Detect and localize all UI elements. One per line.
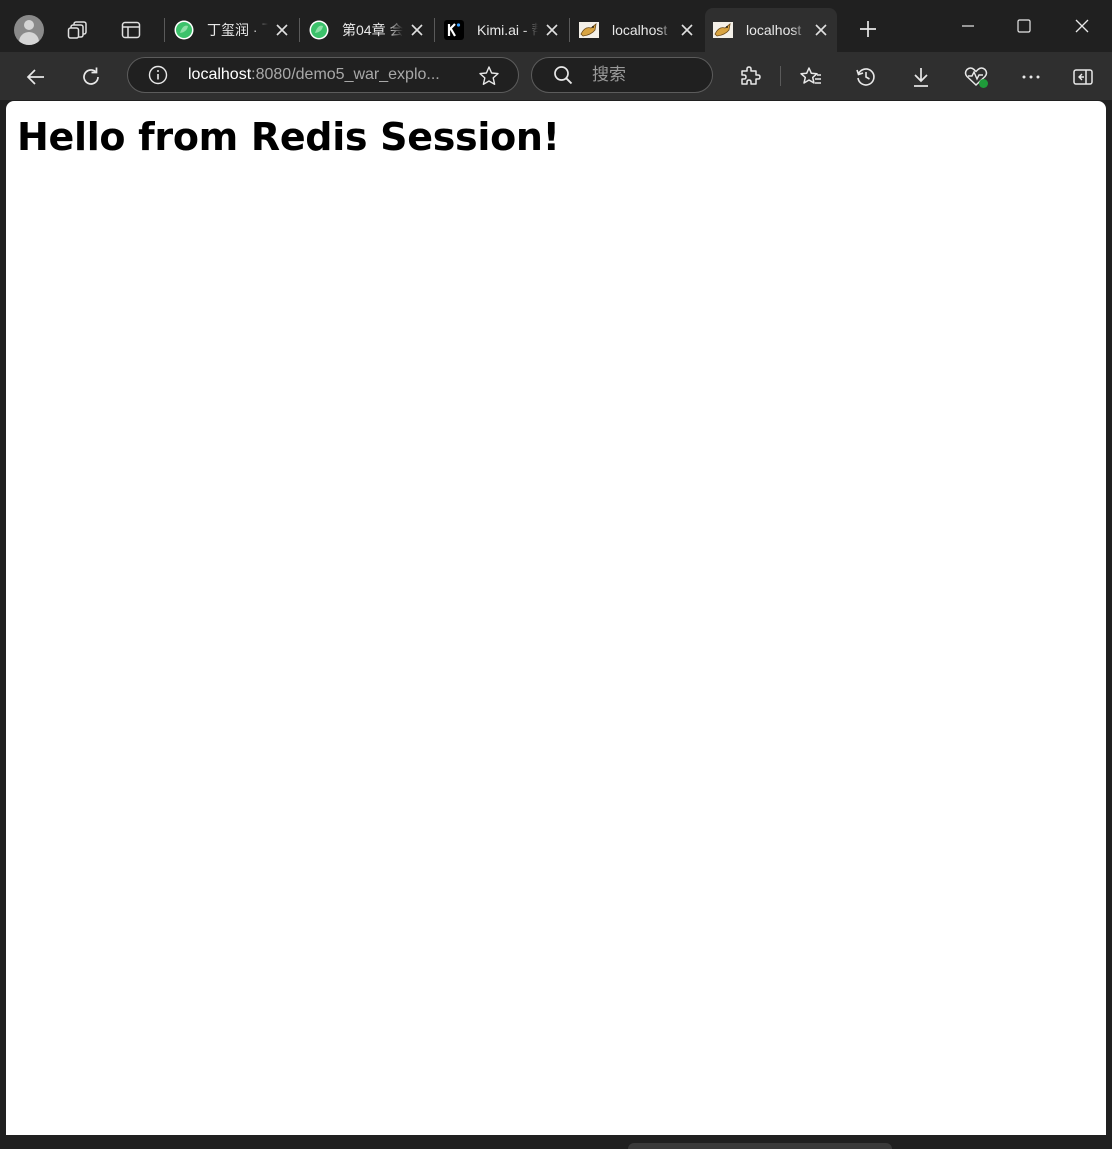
tab-title: Kimi.ai - 帮你看更大的世界 [477, 22, 538, 38]
tab-5-active[interactable]: localhost [705, 8, 837, 52]
tab-title: 丁玺润 · 飞书 [207, 22, 268, 38]
more-options-icon[interactable] [1016, 62, 1046, 92]
tab-divider [434, 18, 435, 42]
tab-actions-icon[interactable] [117, 16, 145, 44]
search-icon [552, 64, 574, 86]
back-arrow-icon[interactable] [21, 62, 51, 92]
navigation-toolbar: localhost:8080/demo5_war_explo... [0, 52, 1112, 100]
green-leaf-icon [174, 20, 194, 40]
history-icon[interactable] [851, 62, 881, 92]
search-input[interactable] [590, 64, 704, 86]
favorite-star-icon[interactable] [478, 65, 500, 87]
tab-1[interactable]: 丁玺润 · 飞书 [166, 8, 298, 52]
kimi-icon [444, 20, 464, 40]
tab-4[interactable]: localhost [571, 8, 703, 52]
site-info-icon[interactable] [148, 65, 168, 85]
tomcat-icon [579, 20, 599, 40]
taskbar-peek [628, 1143, 892, 1149]
close-tab-icon[interactable] [813, 22, 829, 38]
tomcat-icon [713, 20, 733, 40]
page-heading: Hello from Redis Session! [17, 115, 560, 159]
tab-divider [569, 18, 570, 42]
close-tab-icon[interactable] [409, 22, 425, 38]
tab-title: 第04章 会话管理 [342, 22, 403, 38]
favorites-icon[interactable] [796, 62, 826, 92]
downloads-icon[interactable] [906, 62, 936, 92]
extensions-icon[interactable] [735, 62, 765, 92]
profile-avatar-icon[interactable] [14, 15, 44, 45]
sidebar-toggle-icon[interactable] [1068, 62, 1098, 92]
tab-title: localhost [746, 22, 802, 38]
workspaces-icon[interactable] [64, 16, 92, 44]
tab-divider [164, 18, 165, 42]
refresh-icon[interactable] [76, 62, 106, 92]
close-window-icon[interactable] [1066, 10, 1098, 42]
search-box[interactable] [531, 57, 713, 93]
browser-essentials-icon[interactable] [961, 62, 991, 92]
page-viewport: Hello from Redis Session! [6, 101, 1106, 1135]
browser-window: 丁玺润 · 飞书 第04章 会话管理 [0, 0, 1112, 1149]
url-text[interactable]: localhost:8080/demo5_war_explo... [188, 66, 468, 84]
close-tab-icon[interactable] [274, 22, 290, 38]
url-path: :8080/demo5_war_explo... [251, 66, 440, 83]
toolbar-divider [780, 66, 781, 86]
close-tab-icon[interactable] [679, 22, 695, 38]
address-bar[interactable]: localhost:8080/demo5_war_explo... [127, 57, 519, 93]
url-host: localhost [188, 66, 252, 83]
tab-strip: 丁玺润 · 飞书 第04章 会话管理 [0, 0, 1112, 52]
tab-2[interactable]: 第04章 会话管理 [301, 8, 433, 52]
tab-title: localhost [612, 22, 668, 38]
minimize-icon[interactable] [952, 10, 984, 42]
close-tab-icon[interactable] [544, 22, 560, 38]
new-tab-icon[interactable] [855, 16, 881, 42]
tab-3[interactable]: Kimi.ai - 帮你看更大的世界 [436, 8, 568, 52]
maximize-icon[interactable] [1008, 10, 1040, 42]
green-leaf-icon [309, 20, 329, 40]
tab-divider [299, 18, 300, 42]
